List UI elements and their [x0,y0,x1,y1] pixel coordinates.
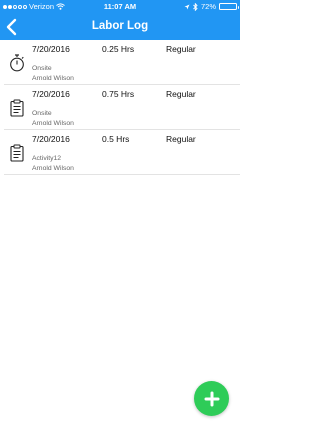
entry-hours: 0.75 Hrs [102,89,135,99]
add-entry-button[interactable] [194,381,229,416]
entry-date: 7/20/2016 [32,134,70,144]
clipboard-icon [10,99,24,117]
entry-activity: Onsite [32,110,52,117]
entry-hours: 0.25 Hrs [102,44,135,54]
entry-type: Regular [166,134,196,144]
labor-entry-row[interactable]: 7/20/2016 0.5 Hrs Regular Activity12 Arn… [4,130,240,175]
battery-icon [219,3,239,10]
entry-activity: Activity12 [32,155,62,162]
labor-log-list: 7/20/2016 0.25 Hrs Regular Onsite Arnold… [0,40,240,175]
status-right: 72% [184,2,239,11]
clipboard-icon [10,144,24,162]
labor-entry-row[interactable]: 7/20/2016 0.25 Hrs Regular Onsite Arnold… [4,40,240,85]
bluetooth-icon [193,2,198,11]
location-arrow-icon [184,4,190,9]
entry-activity: Onsite [32,65,52,72]
entry-type: Regular [166,89,196,99]
stopwatch-icon [10,54,24,72]
battery-percent: 72% [200,2,216,11]
entry-person: Arnold Wilson [32,120,74,127]
status-bar: Verizon 11:07 AM 72% [0,0,240,12]
page-title: Labor Log [91,20,149,32]
labor-entry-row[interactable]: 7/20/2016 0.75 Hrs Regular Onsite Arnold… [4,85,240,130]
entry-person: Arnold Wilson [32,165,74,172]
entry-type: Regular [166,44,196,54]
entry-hours: 0.5 Hrs [102,134,130,144]
entry-date: 7/20/2016 [32,89,70,99]
app-header: Verizon 11:07 AM 72% Labor Log [0,0,240,40]
entry-person: Arnold Wilson [32,75,74,82]
entry-date: 7/20/2016 [32,44,70,54]
plus-icon [204,391,219,406]
